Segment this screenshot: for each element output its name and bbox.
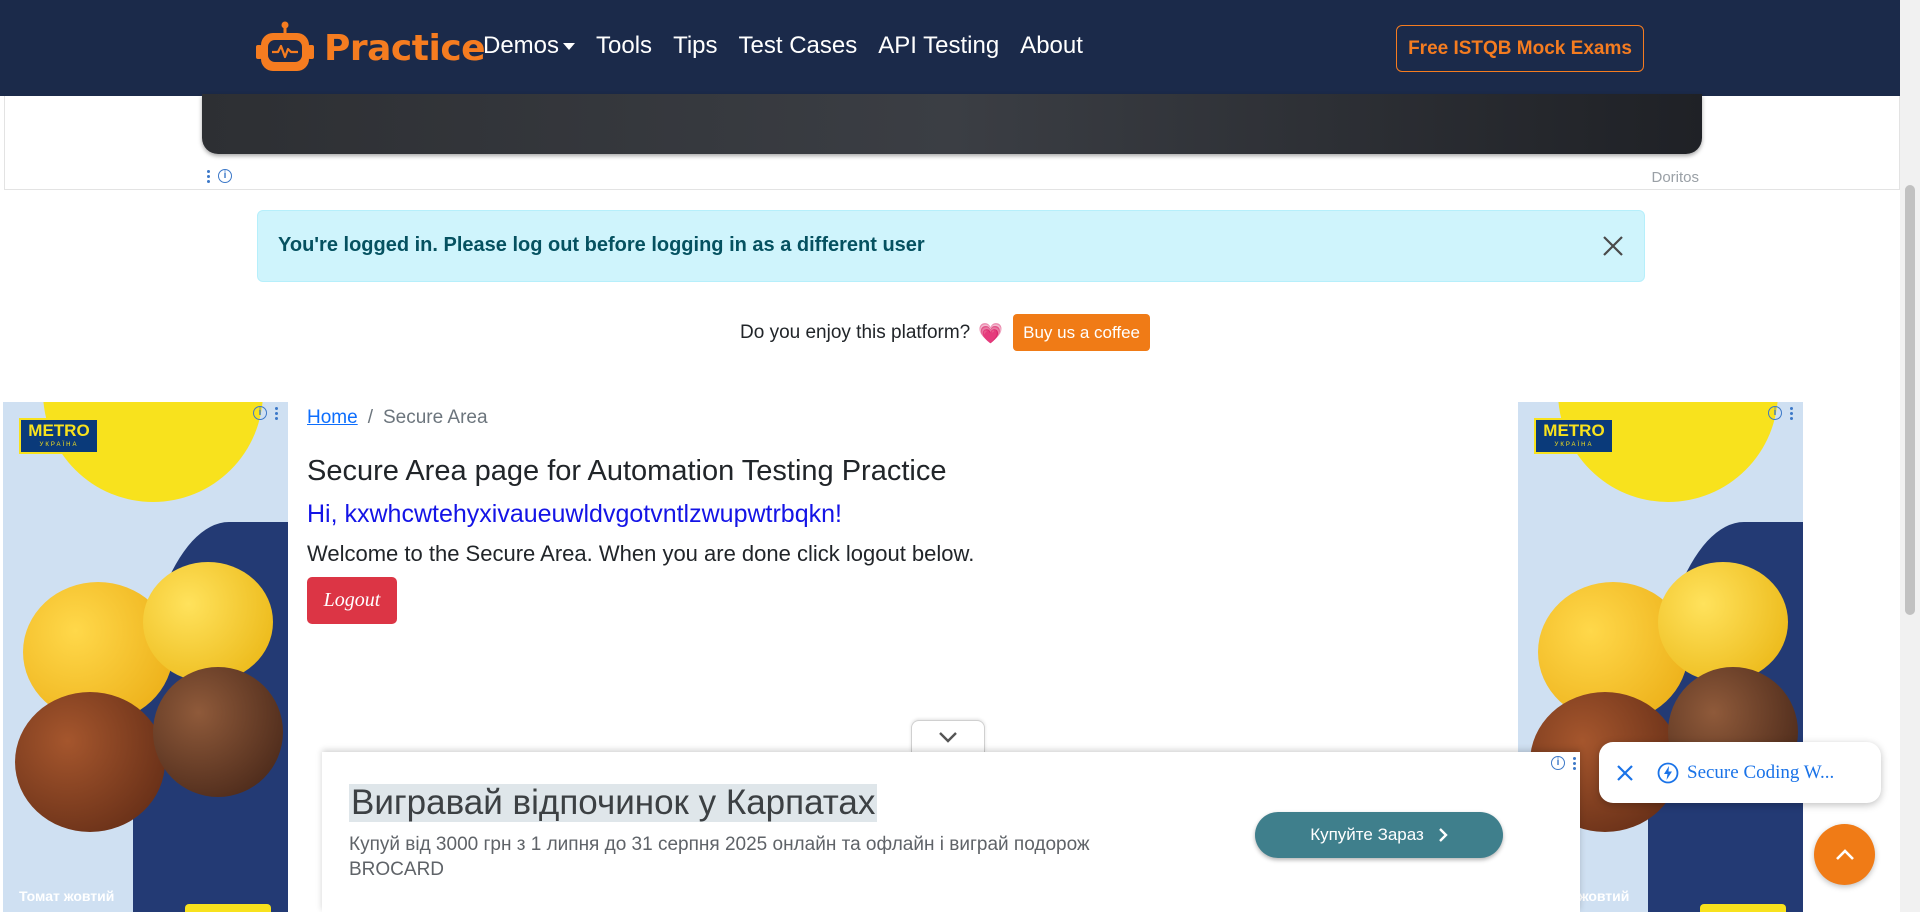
- bottom-ad-controls: i: [1551, 756, 1576, 770]
- brown-tomato-image: [153, 667, 283, 797]
- nav-tools[interactable]: Tools: [596, 32, 652, 60]
- close-icon[interactable]: [1600, 233, 1626, 259]
- top-navbar: Practice Demos Tools Tips Test Cases API…: [0, 0, 1900, 96]
- yellow-tomato-image: [1658, 562, 1788, 682]
- ad-options-icon[interactable]: [207, 169, 210, 183]
- ad-info-icon[interactable]: i: [218, 169, 232, 183]
- breadcrumb-current: Secure Area: [382, 407, 488, 428]
- logout-button[interactable]: Logout: [307, 577, 397, 624]
- chevron-up-icon: [1835, 848, 1854, 860]
- brand-link[interactable]: Practice: [256, 20, 486, 76]
- breadcrumb-home-link[interactable]: Home: [307, 407, 358, 429]
- nav-links: Demos Tools Tips Test Cases API Testing …: [483, 32, 1083, 60]
- robot-logo-icon: [256, 21, 314, 71]
- scroll-to-top-button[interactable]: [1814, 824, 1875, 885]
- brown-tomato-image: [15, 692, 165, 832]
- heart-icon: 💗: [978, 320, 1004, 345]
- bottom-ad-cta-label: Купуйте Зараз: [1310, 825, 1424, 844]
- ad-options-icon[interactable]: [1573, 756, 1576, 770]
- ad-options-icon[interactable]: [1790, 406, 1793, 420]
- buy-coffee-button[interactable]: Buy us a coffee: [1013, 314, 1151, 351]
- yellow-tomato-image: [143, 562, 273, 682]
- metro-logo-text: METRO: [1543, 421, 1605, 440]
- side-ad-controls: i: [1768, 406, 1793, 420]
- bottom-ad-title[interactable]: Вигравай відпочинок у Карпатах: [349, 784, 878, 822]
- nav-demos-dropdown[interactable]: Demos: [483, 32, 576, 60]
- ad-options-icon[interactable]: [275, 406, 278, 420]
- chevron-right-icon: [1438, 828, 1448, 842]
- breadcrumb-separator: /: [367, 407, 373, 428]
- side-ad-cta-strip[interactable]: [1700, 904, 1786, 912]
- support-row: Do you enjoy this platform? 💗 Buy us a c…: [740, 314, 1151, 351]
- chevron-down-icon: [939, 731, 957, 743]
- top-ad-banner[interactable]: [202, 94, 1702, 154]
- ad-info-icon[interactable]: i: [1768, 406, 1782, 420]
- logged-in-alert: You're logged in. Please log out before …: [257, 210, 1645, 282]
- metro-logo: METRO УКРАЇНА: [19, 418, 99, 454]
- caret-down-icon: [563, 42, 576, 50]
- page-title: Secure Area page for Automation Testing …: [307, 455, 947, 487]
- lightning-icon: [1657, 762, 1679, 783]
- istqb-mock-exams-button[interactable]: Free ISTQB Mock Exams: [1396, 25, 1644, 72]
- support-question: Do you enjoy this platform?: [740, 321, 971, 343]
- left-side-ad[interactable]: METRO УКРАЇНА Томат жовтий i: [3, 402, 288, 912]
- metro-logo: METRO УКРАЇНА: [1534, 418, 1614, 454]
- side-ad-caption: Томат жовтий: [19, 888, 115, 904]
- chat-popup: Secure Coding W...: [1599, 742, 1881, 803]
- welcome-message: Welcome to the Secure Area. When you are…: [307, 541, 975, 566]
- ad-info-icon[interactable]: i: [253, 406, 267, 420]
- metro-logo-subtext: УКРАЇНА: [39, 442, 79, 448]
- side-ad-controls: i: [253, 406, 278, 420]
- side-ad-cta-strip[interactable]: [185, 904, 271, 912]
- user-greeting: Hi, kxwhcwtehyxivaueuwldvgotvntlzwupwtrb…: [307, 500, 842, 528]
- scrollbar-thumb[interactable]: [1905, 185, 1915, 615]
- nav-api-testing[interactable]: API Testing: [878, 32, 999, 60]
- top-ad[interactable]: i Doritos: [4, 94, 1900, 190]
- nav-about[interactable]: About: [1020, 32, 1083, 60]
- nav-test-cases[interactable]: Test Cases: [739, 32, 858, 60]
- bottom-ad-description: Купуй від 3000 грн з 1 липня до 31 серпн…: [349, 834, 1090, 880]
- top-ad-controls: i: [207, 169, 232, 183]
- brand-name: Practice: [324, 27, 486, 69]
- close-icon[interactable]: [1615, 763, 1635, 783]
- metro-logo-subtext: УКРАЇНА: [1554, 442, 1594, 448]
- nav-demos-label: Demos: [483, 32, 560, 59]
- nav-tips[interactable]: Tips: [673, 32, 717, 60]
- chat-suggestion-label: Secure Coding W...: [1687, 761, 1835, 783]
- bottom-ad-collapse-toggle[interactable]: [911, 720, 985, 752]
- bottom-anchor-ad[interactable]: Вигравай відпочинок у Карпатах Купуй від…: [322, 752, 1580, 912]
- chat-suggestion-link[interactable]: Secure Coding W...: [1657, 762, 1834, 784]
- ad-info-icon[interactable]: i: [1551, 756, 1565, 770]
- alert-message: You're logged in. Please log out before …: [278, 234, 925, 256]
- page-scrollbar[interactable]: [1900, 0, 1920, 912]
- top-ad-advertiser[interactable]: Doritos: [1651, 169, 1699, 186]
- bottom-ad-cta-button[interactable]: Купуйте Зараз: [1255, 812, 1503, 858]
- metro-logo-text: METRO: [28, 421, 90, 440]
- breadcrumb: Home / Secure Area: [307, 407, 488, 429]
